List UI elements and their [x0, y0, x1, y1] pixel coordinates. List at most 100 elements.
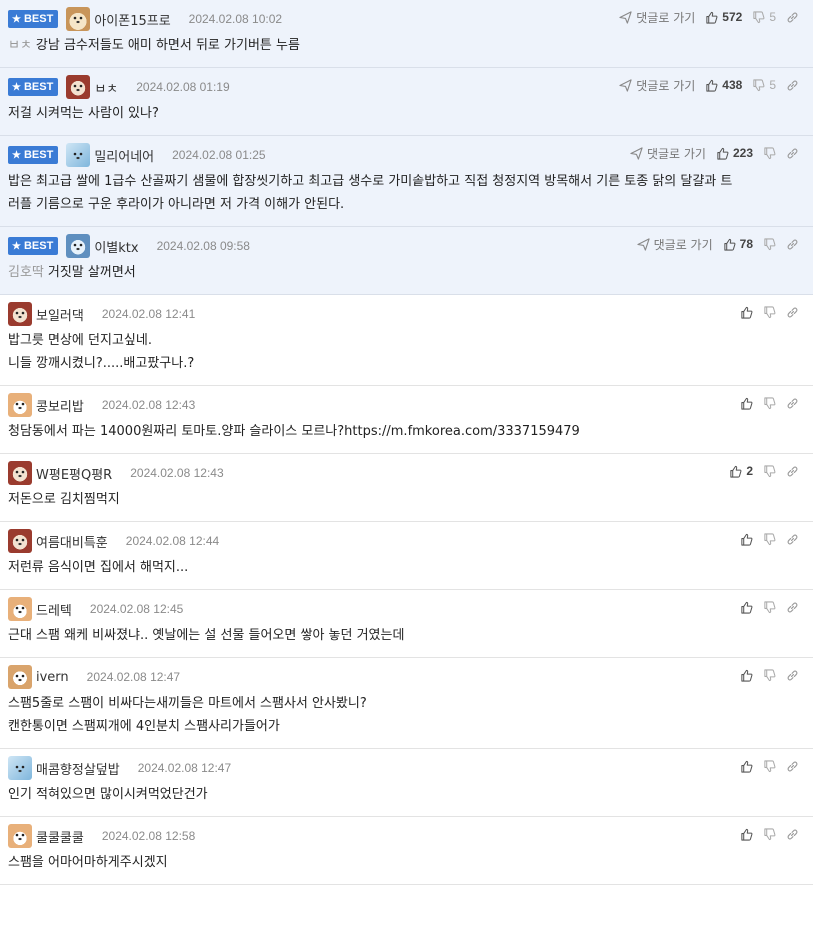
go-to-reply-link[interactable]: 댓글로 가기	[630, 145, 706, 162]
downvote-button[interactable]	[763, 532, 776, 546]
comment-text: 캔한통이면 스팸찌개에 4인분치 스팸사리가들어가	[8, 719, 280, 734]
send-arrow-icon	[619, 78, 632, 92]
comment-text: 청담동에서 파는 14000원짜리 토마토.양파 슬라이스 모르나?https:…	[8, 424, 580, 439]
upvote-button[interactable]: 438	[705, 78, 742, 92]
link-icon	[787, 147, 798, 159]
copy-link-button[interactable]	[786, 465, 799, 478]
upvote-button[interactable]	[740, 828, 753, 841]
downvote-button[interactable]	[763, 305, 776, 319]
upvote-count: 2	[746, 464, 753, 478]
comment-actions	[740, 598, 799, 616]
comment-date: 2024.02.08 09:58	[156, 239, 250, 253]
avatar[interactable]	[8, 756, 32, 780]
author-nickname[interactable]: 드레텍	[36, 600, 72, 619]
upvote-count: 223	[732, 146, 753, 160]
upvote-button[interactable]	[740, 601, 753, 614]
upvote-button[interactable]: 223	[716, 146, 753, 160]
comment-body: 밥은 최고급 쌀에 1급수 산골짜기 샘물에 합장씻기하고 최고급 생수로 가미…	[8, 170, 801, 216]
send-arrow-icon	[619, 10, 632, 24]
comment-text-line: 저돈으로 김치찜먹지	[8, 488, 793, 511]
avatar[interactable]	[66, 234, 91, 258]
copy-link-button[interactable]	[786, 669, 799, 682]
avatar[interactable]	[8, 665, 32, 689]
avatar[interactable]	[8, 302, 32, 326]
avatar[interactable]	[66, 75, 91, 99]
copy-link-button[interactable]	[786, 306, 799, 319]
avatar[interactable]	[8, 461, 32, 485]
send-arrow-icon	[630, 146, 643, 160]
link-icon	[787, 601, 798, 613]
avatar[interactable]	[66, 143, 91, 167]
upvote-button[interactable]	[740, 397, 753, 410]
downvote-count: 5	[769, 78, 776, 92]
author-nickname[interactable]: 콩보리밥	[36, 396, 84, 415]
upvote-button[interactable]	[740, 533, 753, 546]
author-nickname[interactable]: 보일러댁	[36, 305, 84, 324]
copy-link-button[interactable]	[786, 533, 799, 546]
copy-link-button[interactable]	[786, 397, 799, 410]
author-nickname[interactable]: 이별ktx	[94, 237, 138, 256]
comment-item: ★ BEST ㅂㅊ 2024.02.08 01:19 댓글로 가기 438 5 …	[0, 68, 813, 136]
downvote-button[interactable]	[763, 237, 776, 251]
downvote-button[interactable]	[763, 827, 776, 841]
downvote-button[interactable]	[763, 759, 776, 773]
comment-item: 쿨쿨쿨쿨 2024.02.08 12:58 스팸을 어마어마하게주시겠지	[0, 817, 813, 885]
comment-text: 강남 금수저들도 애미 하면서 뒤로 가기버튼 누름	[35, 38, 300, 53]
link-icon	[787, 465, 798, 477]
copy-link-button[interactable]	[786, 601, 799, 614]
downvote-button[interactable]: 5	[752, 10, 776, 24]
author-nickname[interactable]: W평E평Q평R	[36, 464, 112, 483]
copy-link-button[interactable]	[786, 79, 799, 92]
thumbs-up-icon	[717, 147, 729, 160]
downvote-button[interactable]	[763, 146, 776, 160]
author-nickname[interactable]: 여름대비특훈	[36, 532, 108, 551]
avatar-face-icon	[15, 402, 25, 410]
author-nickname[interactable]: ivern	[36, 670, 69, 685]
avatar[interactable]	[8, 597, 32, 621]
downvote-button[interactable]	[763, 396, 776, 410]
mentioned-user[interactable]: 김호딱	[8, 265, 44, 280]
avatar[interactable]	[8, 529, 32, 553]
star-icon: ★	[12, 13, 21, 25]
thumbs-up-icon	[741, 669, 753, 682]
upvote-button[interactable]: 78	[723, 237, 753, 251]
copy-link-button[interactable]	[786, 760, 799, 773]
go-to-reply-label: 댓글로 가기	[653, 237, 713, 252]
upvote-button[interactable]	[740, 669, 753, 682]
downvote-button[interactable]	[763, 600, 776, 614]
copy-link-button[interactable]	[786, 147, 799, 160]
downvote-button[interactable]: 5	[752, 78, 776, 92]
link-icon	[787, 306, 798, 318]
comment-text: 인기 적혀있으면 많이시켜먹었단건가	[8, 787, 208, 802]
downvote-button[interactable]	[763, 668, 776, 682]
best-badge-label: BEST	[23, 13, 54, 25]
upvote-button[interactable]	[740, 306, 753, 319]
author-nickname[interactable]: 쿨쿨쿨쿨	[36, 827, 84, 846]
link-icon	[787, 760, 798, 772]
comment-text: 러플 기름으로 구운 후라이가 아니라면 저 가격 이해가 안된다.	[8, 197, 345, 212]
copy-link-button[interactable]	[786, 11, 799, 24]
comment-text: 스팸을 어마어마하게주시겠지	[8, 855, 168, 870]
comment-item: 보일러댁 2024.02.08 12:41 밥그릇 면상에 던지고싶네. 니들 …	[0, 295, 813, 386]
upvote-button[interactable]: 2	[729, 464, 753, 478]
downvote-button[interactable]	[763, 464, 776, 478]
copy-link-button[interactable]	[786, 238, 799, 251]
author-nickname[interactable]: 밀리어네어	[94, 146, 154, 165]
avatar[interactable]	[66, 7, 91, 31]
go-to-reply-link[interactable]: 댓글로 가기	[619, 9, 695, 26]
comment-item: ★ BEST 이별ktx 2024.02.08 09:58 댓글로 가기 78 …	[0, 227, 813, 295]
avatar[interactable]	[8, 393, 32, 417]
copy-link-button[interactable]	[786, 828, 799, 841]
go-to-reply-link[interactable]: 댓글로 가기	[619, 77, 695, 94]
thumbs-down-icon	[764, 464, 776, 477]
mentioned-user[interactable]: ㅂㅊ	[8, 38, 32, 53]
author-nickname[interactable]: 매콤향정살덮밥	[36, 759, 120, 778]
upvote-button[interactable]	[740, 760, 753, 773]
link-icon	[787, 11, 798, 23]
author-nickname[interactable]: 아이폰15프로	[94, 10, 170, 29]
avatar[interactable]	[8, 824, 32, 848]
go-to-reply-link[interactable]: 댓글로 가기	[636, 236, 713, 253]
upvote-button[interactable]: 572	[705, 10, 742, 24]
best-badge: ★ BEST	[8, 10, 59, 28]
author-nickname[interactable]: ㅂㅊ	[94, 78, 118, 97]
